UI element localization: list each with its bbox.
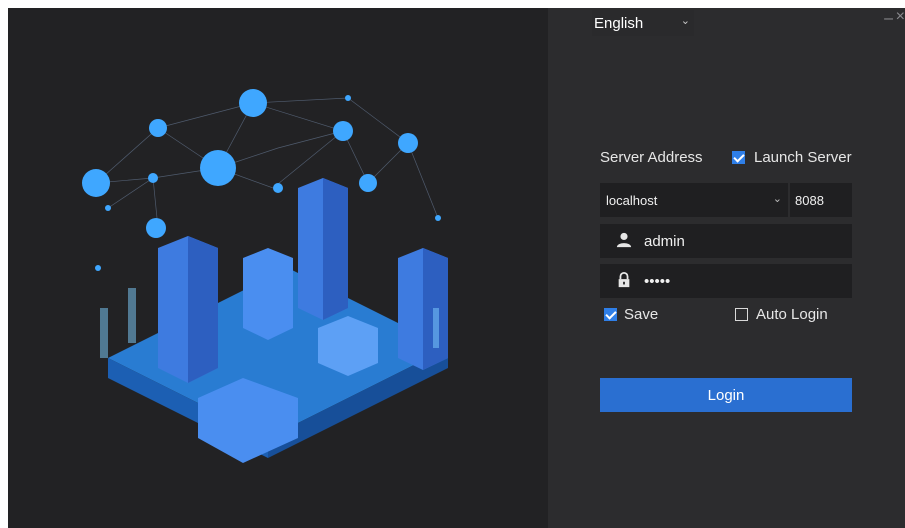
port-field[interactable]: 8088: [790, 183, 852, 217]
language-select-value: English: [594, 14, 644, 32]
illustration-panel: [8, 8, 548, 528]
auto-login-checkbox[interactable]: [735, 308, 748, 321]
password-field[interactable]: •••••: [600, 264, 852, 298]
user-icon: [616, 232, 634, 250]
server-address-value: localhost: [606, 192, 658, 208]
username-value: admin: [644, 232, 685, 250]
minimize-button[interactable]: –: [884, 10, 893, 28]
auto-login-label: Auto Login: [756, 306, 828, 323]
login-button[interactable]: Login: [600, 378, 852, 412]
close-button[interactable]: ×: [896, 8, 905, 26]
language-select[interactable]: English ⌄: [592, 10, 694, 36]
chevron-down-icon: ⌄: [772, 193, 782, 205]
server-address-select[interactable]: localhost ⌄: [600, 183, 788, 217]
launch-server-checkbox[interactable]: [732, 151, 745, 164]
chevron-down-icon: ⌄: [680, 15, 690, 27]
login-window: English ⌄ – × Server Address Launch Serv…: [8, 8, 905, 528]
port-value: 8088: [795, 192, 824, 208]
smart-city-illustration: [82, 89, 448, 463]
server-address-label: Server Address: [600, 149, 703, 166]
lock-icon: [616, 272, 634, 290]
password-value: •••••: [644, 272, 671, 290]
save-label: Save: [624, 306, 659, 323]
save-checkbox[interactable]: [604, 308, 617, 321]
login-panel: English ⌄ – × Server Address Launch Serv…: [548, 8, 905, 528]
username-field[interactable]: admin: [600, 224, 852, 258]
launch-server-label: Launch Server: [754, 149, 852, 166]
